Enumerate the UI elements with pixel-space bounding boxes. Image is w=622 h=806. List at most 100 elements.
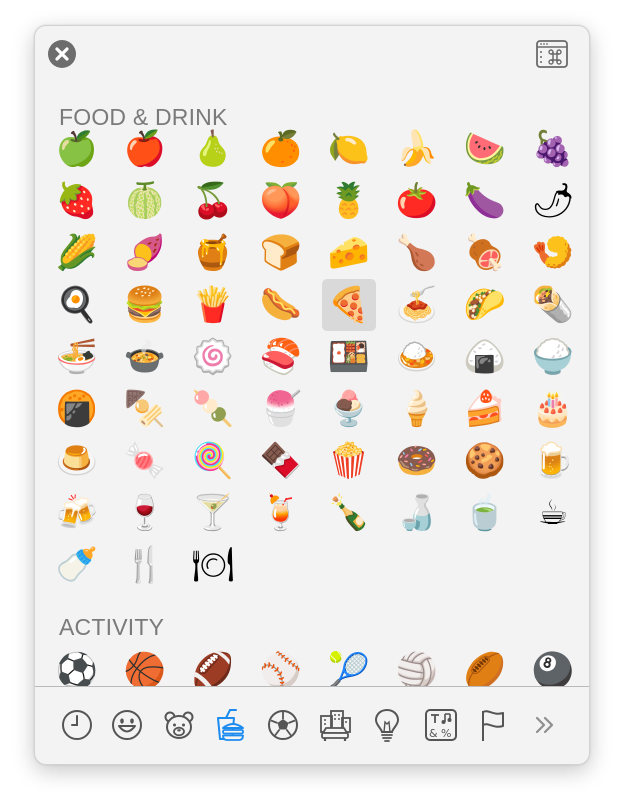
emoji-birthday-cake[interactable]: 🎂 [526,383,580,435]
emoji-rice-cracker[interactable]: 🍘 [50,383,104,435]
emoji-grapes[interactable]: 🍇 [526,123,580,175]
food-drink-icon [217,709,244,741]
emoji-rice-ball[interactable]: 🍙 [458,331,512,383]
category-flags[interactable] [473,705,513,745]
emoji-melon[interactable]: 🍈 [118,175,172,227]
emoji-basketball[interactable]: 🏀 [118,645,172,686]
emoji-sushi[interactable]: 🍣 [254,331,308,383]
emoji-spaghetti[interactable]: 🍝 [390,279,444,331]
emoji-baby-bottle[interactable]: 🍼 [50,539,104,591]
category-bar: & % [35,687,589,764]
category-more[interactable] [525,705,565,745]
emoji-red-apple[interactable]: 🍎 [118,123,172,175]
lightbulb-icon [374,708,400,742]
emoji-pineapple[interactable]: 🍍 [322,175,376,227]
emoji-tea[interactable]: 🍵 [458,487,512,539]
character-viewer-button[interactable] [536,40,568,68]
emoji-soccer[interactable]: ⚽ [50,645,104,686]
emoji-rugby[interactable]: 🏉 [458,645,512,686]
emoji-lemon[interactable]: 🍋 [322,123,376,175]
emoji-fried-shrimp[interactable]: 🍤 [526,227,580,279]
emoji-cocktail[interactable]: 🍸 [186,487,240,539]
emoji-green-apple[interactable]: 🍏 [50,123,104,175]
emoji-strawberry[interactable]: 🍓 [50,175,104,227]
emoji-tropical-drink[interactable]: 🍹 [254,487,308,539]
category-food-drink[interactable] [211,705,251,745]
emoji-beers[interactable]: 🍻 [50,487,104,539]
category-smileys-people[interactable] [107,705,147,745]
category-symbols[interactable]: & % [421,705,461,745]
emoji-lollipop[interactable]: 🍭 [186,435,240,487]
category-activity[interactable] [263,705,303,745]
emoji-cooked-rice[interactable]: 🍚 [526,331,580,383]
emoji-tangerine[interactable]: 🍊 [254,123,308,175]
emoji-cherries[interactable]: 🍒 [186,175,240,227]
emoji-custard[interactable]: 🍮 [50,435,104,487]
emoji-soft-ice-cream[interactable]: 🍦 [390,383,444,435]
emoji-coffee[interactable]: ☕ [526,487,580,539]
emoji-picker-panel: FOOD & DRINK 🍏 🍎 🍐 🍊 🍋 🍌 🍉 🍇 🍓 🍈 🍒 🍑 🍍 🍅 🍆 🌶 🌽 🍠 🍯 🍞 🧀 🍗 🍖 🍤 🍳 🍔 🍟… [34,25,590,765]
emoji-shortcake[interactable]: 🍰 [458,383,512,435]
emoji-scroll-area[interactable]: FOOD & DRINK 🍏 🍎 🍐 🍊 🍋 🍌 🍉 🍇 🍓 🍈 🍒 🍑 🍍 🍅 🍆 🌶 🌽 🍠 🍯 🍞 🧀 🍗 🍖 🍤 🍳 🍔 🍟… [35,86,589,686]
character-viewer-icon [536,40,568,68]
buildings-car-icon [320,710,351,741]
section-title-activity: ACTIVITY [59,614,165,640]
emoji-stew[interactable]: 🍲 [118,331,172,383]
emoji-oden[interactable]: 🍢 [118,383,172,435]
emoji-tomato[interactable]: 🍅 [390,175,444,227]
emoji-football[interactable]: 🏈 [186,645,240,686]
emoji-fork-and-knife[interactable]: 🍴 [118,539,172,591]
smiley-icon [112,710,142,740]
emoji-baseball[interactable]: ⚾ [254,645,308,686]
emoji-hot-pepper[interactable]: 🌶 [526,175,580,227]
emoji-hot-dog[interactable]: 🌭 [254,279,308,331]
emoji-watermelon[interactable]: 🍉 [458,123,512,175]
emoji-french-fries[interactable]: 🍟 [186,279,240,331]
svg-text:&: & [429,727,438,740]
emoji-ice-cream[interactable]: 🍨 [322,383,376,435]
emoji-eggplant[interactable]: 🍆 [458,175,512,227]
emoji-doughnut[interactable]: 🍩 [390,435,444,487]
emoji-poultry-leg[interactable]: 🍗 [390,227,444,279]
flag-icon [482,710,504,741]
emoji-billiards[interactable]: 🎱 [526,645,580,686]
emoji-fork-knife-plate[interactable]: 🍽 [186,539,240,591]
emoji-sake[interactable]: 🍶 [390,487,444,539]
emoji-wine-glass[interactable]: 🍷 [118,487,172,539]
emoji-sweet-potato[interactable]: 🍠 [118,227,172,279]
emoji-honey-pot[interactable]: 🍯 [186,227,240,279]
emoji-popcorn[interactable]: 🍿 [322,435,376,487]
emoji-ramen[interactable]: 🍜 [50,331,104,383]
emoji-chocolate-bar[interactable]: 🍫 [254,435,308,487]
emoji-beer[interactable]: 🍺 [526,435,580,487]
emoji-tennis[interactable]: 🎾 [322,645,376,686]
emoji-shaved-ice[interactable]: 🍧 [254,383,308,435]
emoji-champagne[interactable]: 🍾 [322,487,376,539]
emoji-dango[interactable]: 🍡 [186,383,240,435]
emoji-fish-cake[interactable]: 🍥 [186,331,240,383]
emoji-cheese[interactable]: 🧀 [322,227,376,279]
close-button[interactable] [48,40,76,68]
category-objects[interactable] [367,705,407,745]
emoji-pear[interactable]: 🍐 [186,123,240,175]
emoji-cooking[interactable]: 🍳 [50,279,104,331]
emoji-bento[interactable]: 🍱 [322,331,376,383]
emoji-cookie[interactable]: 🍪 [458,435,512,487]
category-travel-places[interactable] [315,705,355,745]
emoji-corn[interactable]: 🌽 [50,227,104,279]
emoji-curry[interactable]: 🍛 [390,331,444,383]
soccer-ball-icon [268,710,298,740]
emoji-volleyball[interactable]: 🏐 [390,645,444,686]
emoji-meat-on-bone[interactable]: 🍖 [458,227,512,279]
emoji-hamburger[interactable]: 🍔 [118,279,172,331]
emoji-pizza[interactable]: 🍕 [322,279,376,331]
emoji-candy[interactable]: 🍬 [118,435,172,487]
emoji-bread[interactable]: 🍞 [254,227,308,279]
category-frequently-used[interactable] [57,705,97,745]
emoji-burrito[interactable]: 🌯 [526,279,580,331]
emoji-peach[interactable]: 🍑 [254,175,308,227]
svg-text:%: % [441,727,451,740]
emoji-banana[interactable]: 🍌 [390,123,444,175]
category-animals-nature[interactable] [159,705,199,745]
emoji-taco[interactable]: 🌮 [458,279,512,331]
